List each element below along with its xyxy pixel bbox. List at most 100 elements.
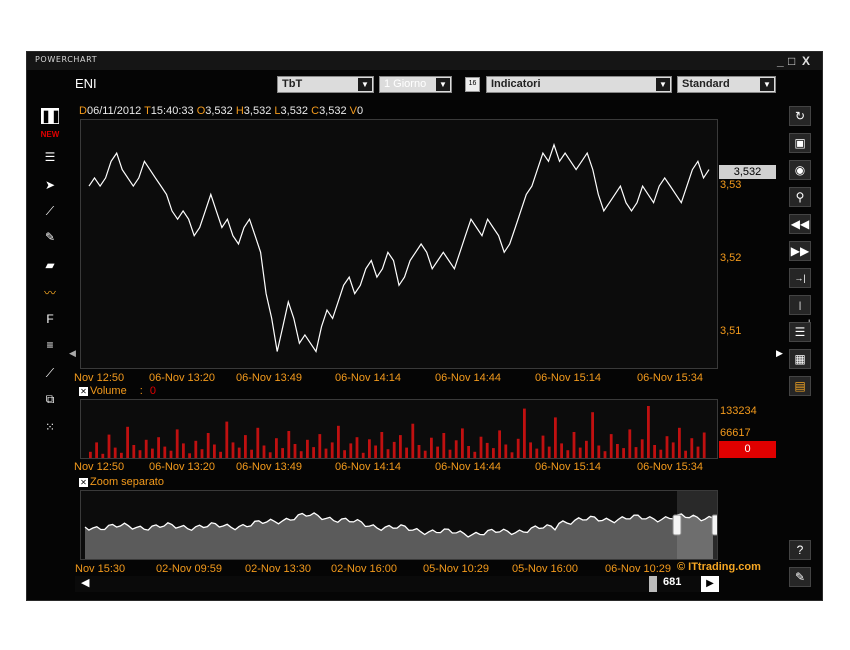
volume-bar <box>343 450 346 458</box>
scroll-left-icon[interactable]: ◀ <box>69 348 76 359</box>
volume-bar <box>299 451 303 458</box>
search-icon[interactable]: ⚲ <box>789 187 811 207</box>
indicators-select[interactable]: Indicatori ▼ <box>486 76 672 93</box>
cursor-tool-icon[interactable]: ➤ <box>39 178 61 198</box>
zoom-navigator-panel[interactable] <box>80 490 721 560</box>
table-icon[interactable]: ▦ <box>789 349 811 369</box>
volume-bar <box>492 448 495 458</box>
scroll-thumb[interactable] <box>649 576 657 592</box>
volume-bar <box>368 439 371 458</box>
volume-bar <box>436 446 439 458</box>
zoom-handle-left[interactable] <box>672 514 682 536</box>
x-tick-label: 06-Nov 10:29 <box>605 563 672 575</box>
volume-bar <box>634 447 638 458</box>
zoom-box-tool-icon[interactable]: ⧉ <box>39 392 61 412</box>
volume-bar <box>430 437 433 458</box>
volume-chart-panel[interactable] <box>80 399 718 459</box>
minimize-button[interactable]: _ <box>777 55 784 67</box>
volume-bar <box>262 445 266 458</box>
symbol-label: ENI <box>75 76 97 91</box>
volume-y-tick: 66617 <box>720 427 751 439</box>
list-tool-icon[interactable]: ☰ <box>39 150 61 170</box>
volume-bar <box>535 448 539 458</box>
expand-icon[interactable]: |←→| <box>789 295 811 328</box>
volume-bar <box>293 444 297 458</box>
rewind-icon[interactable]: ◀◀ <box>789 214 811 234</box>
volume-bar <box>554 417 557 458</box>
volume-bar <box>653 445 656 458</box>
volume-bar <box>101 453 105 458</box>
fast-forward-icon[interactable]: ▶▶ <box>789 241 811 261</box>
volume-bar <box>684 450 687 458</box>
zoom-selection[interactable] <box>677 491 717 559</box>
notes-icon[interactable]: ▤ <box>789 376 811 396</box>
volume-bar <box>89 451 92 458</box>
horizontal-scrollbar[interactable] <box>75 576 719 592</box>
volume-bar <box>423 450 427 458</box>
volume-bar <box>157 437 160 458</box>
x-tick-label: 02-Nov 13:30 <box>245 563 312 575</box>
x-tick-label: 06-Nov 15:34 <box>637 372 704 384</box>
settings-wrench-icon[interactable]: ✎ <box>789 567 811 587</box>
calendar-icon[interactable]: 16 <box>465 77 480 92</box>
volume-bar <box>479 436 483 458</box>
style-select[interactable]: Standard ▼ <box>677 76 776 93</box>
volume-bar <box>529 442 532 458</box>
mode-select[interactable]: TbT ▼ <box>277 76 374 93</box>
indicator-tool-icon[interactable]: 〰 <box>39 284 61 304</box>
volume-bar <box>566 450 570 458</box>
volume-bar <box>337 425 340 458</box>
align-icon[interactable]: ☰ <box>789 322 811 342</box>
trendline-tool-icon[interactable]: ⟋ <box>39 366 61 386</box>
layout-toggle-icon[interactable]: ❚❚ <box>41 108 61 124</box>
zoom-close-icon[interactable]: ✕ <box>79 478 88 487</box>
volume-bar <box>250 449 253 458</box>
volume-bar <box>591 412 594 458</box>
volume-close-icon[interactable]: ✕ <box>79 387 88 396</box>
scroll-right-icon[interactable]: ▶ <box>701 576 719 592</box>
zoom-header: ✕ Zoom separato <box>79 476 164 488</box>
x-tick-label: 02-Nov 16:00 <box>331 563 398 575</box>
x-tick-label: 06-Nov 15:14 <box>535 461 602 473</box>
fibonacci-tool-icon[interactable]: F <box>39 312 61 332</box>
volume-bar <box>194 440 198 458</box>
save-icon[interactable]: ▣ <box>789 133 811 153</box>
volume-bar <box>361 452 365 458</box>
levels-tool-icon[interactable]: ≡ <box>39 338 61 358</box>
volume-bar <box>120 452 123 458</box>
camera-icon[interactable]: ◉ <box>789 160 811 180</box>
maximize-button[interactable]: □ <box>788 55 795 67</box>
x-tick-label: 06-Nov 15:34 <box>637 461 704 473</box>
volume-bar <box>504 444 508 458</box>
title-bar: POWERCHART _ □ X <box>27 52 822 70</box>
refresh-icon[interactable]: ↻ <box>789 106 811 126</box>
line-chart-tool-icon[interactable]: ⟋ <box>39 204 61 224</box>
volume-bar <box>560 443 563 458</box>
compress-icon[interactable]: →|← <box>789 268 811 301</box>
grid-tool-icon[interactable]: ⁙ <box>39 420 61 440</box>
volume-bar <box>603 451 607 458</box>
volume-bar <box>616 444 619 458</box>
x-tick-label: 06-Nov 14:44 <box>435 372 502 384</box>
scroll-left-icon[interactable]: ◀ <box>81 576 89 592</box>
period-select[interactable]: 1 Giorno ▼ <box>379 76 452 93</box>
draw-tool-icon[interactable]: ✎ <box>39 230 61 250</box>
scroll-right-icon[interactable]: ▶ <box>776 348 783 359</box>
x-tick-label: Nov 12:50 <box>74 372 125 384</box>
volume-bar <box>399 435 402 458</box>
last-price-tag: 3,532 <box>719 165 776 179</box>
eraser-tool-icon[interactable]: ▰ <box>39 258 61 278</box>
volume-bar <box>138 450 142 458</box>
price-chart-panel[interactable] <box>80 119 718 369</box>
bar-count: 681 <box>663 576 682 588</box>
volume-bar <box>647 406 650 458</box>
volume-bar <box>182 443 185 458</box>
help-icon[interactable]: ? <box>789 540 811 560</box>
chevron-down-icon: ▼ <box>760 78 774 91</box>
zoom-handle-right[interactable] <box>711 514 721 536</box>
volume-bar <box>454 440 458 458</box>
powerchart-window: POWERCHART _ □ X ENI TbT ▼ 1 Giorno ▼ 16… <box>27 52 822 600</box>
close-button[interactable]: X <box>802 55 810 67</box>
volume-bar <box>640 439 644 458</box>
volume-bar <box>275 438 278 458</box>
